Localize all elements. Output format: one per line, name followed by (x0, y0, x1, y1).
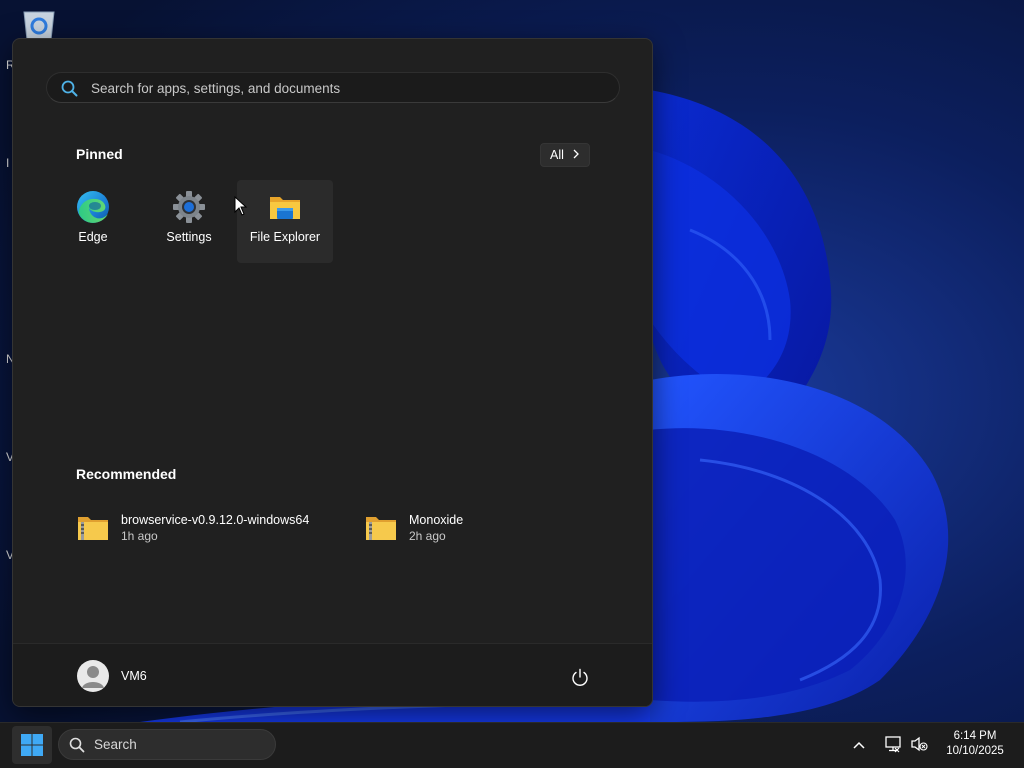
recommended-item-time: 2h ago (409, 529, 446, 543)
recommended-item[interactable]: Monoxide 2h ago (365, 508, 565, 548)
user-avatar[interactable] (77, 660, 109, 692)
windows-logo-icon (21, 734, 43, 761)
pinned-app-label: Edge (78, 230, 108, 244)
pinned-app-edge[interactable]: Edge (45, 180, 141, 263)
clock-date: 10/10/2025 (946, 745, 1004, 757)
recommended-item-name: Monoxide (409, 513, 464, 527)
recommended-item-name: browservice-v0.9.12.0-windows64 (121, 513, 310, 527)
taskbar: Search 6:14 PM 10/10/2025 (0, 722, 1024, 768)
zip-folder-icon (77, 514, 109, 547)
start-search-box[interactable] (46, 72, 620, 104)
pinned-app-label: File Explorer (249, 230, 321, 244)
pinned-app-file-explorer[interactable]: File Explorer (237, 180, 333, 263)
recommended-item-time: 1h ago (121, 529, 158, 543)
search-icon (69, 737, 85, 758)
taskbar-search-label: Search (94, 737, 137, 752)
all-apps-label: All (550, 148, 564, 162)
clock-time: 6:14 PM (953, 730, 997, 742)
recommended-heading: Recommended (76, 466, 177, 482)
zip-folder-icon (365, 514, 397, 547)
mouse-cursor-icon (234, 195, 248, 221)
taskbar-search-box[interactable]: Search (58, 729, 276, 760)
start-search-input[interactable] (89, 73, 593, 104)
chevron-right-icon (572, 148, 580, 162)
power-icon[interactable] (570, 667, 590, 687)
start-button[interactable] (12, 726, 52, 764)
user-name[interactable]: VM6 (121, 669, 147, 683)
edge-icon (76, 190, 110, 224)
all-apps-button[interactable]: All (540, 143, 590, 167)
search-icon (61, 80, 78, 102)
taskbar-clock[interactable]: 6:14 PM 10/10/2025 (936, 729, 1014, 759)
file-explorer-folder-icon (268, 190, 302, 224)
pinned-app-label: Settings (166, 230, 212, 244)
pinned-heading: Pinned (76, 146, 123, 162)
volume-muted-icon[interactable] (910, 736, 928, 757)
network-icon[interactable] (884, 735, 902, 758)
show-hidden-icons-chevron-icon[interactable] (852, 737, 866, 755)
start-menu-footer: VM6 (13, 643, 652, 706)
pinned-app-settings[interactable]: Settings (141, 180, 237, 263)
recommended-item[interactable]: browservice-v0.9.12.0-windows64 1h ago (77, 508, 337, 548)
start-menu: Pinned All (12, 38, 653, 707)
settings-gear-icon (172, 190, 206, 224)
